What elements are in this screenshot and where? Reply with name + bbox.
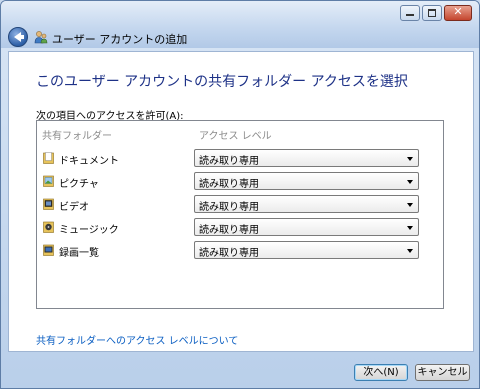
folder-name: 録画一覧 [59,248,99,259]
access-level-dropdown[interactable]: 読み取り専用 [194,195,419,213]
folder-name: ビデオ [59,202,89,213]
list-item: 録画一覧 読み取り専用 [37,241,443,261]
cancel-button[interactable]: キャンセル [415,364,470,381]
page-heading: このユーザー アカウントの共有フォルダー アクセスを選択 [36,74,408,90]
list-item: ピクチャ 読み取り専用 [37,172,443,192]
minimize-button[interactable] [400,5,420,21]
close-button[interactable]: ✕ [444,5,472,21]
access-level-dropdown[interactable]: 読み取り専用 [194,241,419,259]
column-header-folder: 共有フォルダー [42,131,112,142]
access-level-dropdown[interactable]: 読み取り専用 [194,218,419,236]
access-level-dropdown[interactable]: 読み取り専用 [194,149,419,167]
list-item: ドキュメント 読み取り専用 [37,149,443,169]
maximize-button[interactable] [422,5,442,21]
close-icon: ✕ [453,5,463,18]
folder-name: ドキュメント [59,156,119,167]
documents-folder-icon [43,152,54,164]
list-item: ミュージック 読み取り専用 [37,218,443,238]
videos-folder-icon [43,198,54,210]
content-panel: このユーザー アカウントの共有フォルダー アクセスを選択 次の項目へのアクセスを… [8,51,474,352]
pictures-folder-icon [43,175,54,187]
back-button[interactable] [8,27,28,47]
chevron-down-icon [407,203,413,207]
list-item: ビデオ 読み取り専用 [37,195,443,215]
folder-name: ピクチャ [59,179,99,190]
recorded-tv-folder-icon [43,244,54,256]
shared-folder-list: 共有フォルダー アクセス レベル ドキュメント 読み取り専用 ピクチャ 読み取り… [36,120,444,309]
user-accounts-icon [34,31,48,44]
window-controls: ✕ [400,5,472,21]
wizard-title: ユーザー アカウントの追加 [52,33,188,46]
chevron-down-icon [407,249,413,253]
minimize-icon [406,14,414,16]
access-level-dropdown[interactable]: 読み取り専用 [194,172,419,190]
chevron-down-icon [407,180,413,184]
chevron-down-icon [407,157,413,161]
maximize-icon [428,9,436,17]
column-header-access: アクセス レベル [199,131,272,142]
music-folder-icon [43,221,54,233]
wizard-window: ✕ ユーザー アカウントの追加 このユーザー アカウントの共有フォルダー アクセ… [0,0,480,389]
chevron-down-icon [407,226,413,230]
title-bar: ✕ ユーザー アカウントの追加 [1,1,479,48]
next-button[interactable]: 次へ(N) [354,364,408,381]
folder-name: ミュージック [59,225,119,236]
access-level-help-link[interactable]: 共有フォルダーへのアクセス レベルについて [36,332,238,347]
